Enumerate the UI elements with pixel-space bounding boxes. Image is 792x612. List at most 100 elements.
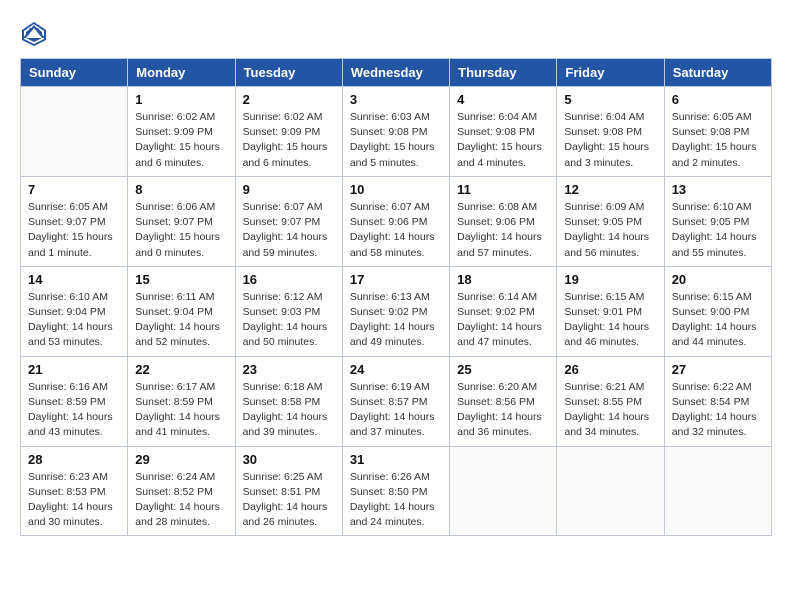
day-info: Sunrise: 6:13 AMSunset: 9:02 PMDaylight:… — [350, 290, 442, 351]
day-info: Sunrise: 6:25 AMSunset: 8:51 PMDaylight:… — [243, 470, 335, 531]
day-number: 25 — [457, 362, 549, 377]
day-cell: 3 Sunrise: 6:03 AMSunset: 9:08 PMDaylight… — [342, 87, 449, 177]
day-cell: 13 Sunrise: 6:10 AMSunset: 9:05 PMDayligh… — [664, 176, 771, 266]
day-info: Sunrise: 6:08 AMSunset: 9:06 PMDaylight:… — [457, 200, 549, 261]
day-number: 27 — [672, 362, 764, 377]
day-cell: 26 Sunrise: 6:21 AMSunset: 8:55 PMDayligh… — [557, 356, 664, 446]
day-cell: 2Sunrise: 6:02 AMSunset: 9:09 PMDaylight… — [235, 87, 342, 177]
day-number: 15 — [135, 272, 227, 287]
day-cell: 5 Sunrise: 6:04 AMSunset: 9:08 PMDaylight… — [557, 87, 664, 177]
day-cell: 25Sunrise: 6:20 AMSunset: 8:56 PMDayligh… — [450, 356, 557, 446]
day-number: 14 — [28, 272, 120, 287]
day-info: Sunrise: 6:10 AMSunset: 9:04 PMDaylight:… — [28, 290, 120, 351]
day-number: 16 — [243, 272, 335, 287]
day-number: 3 — [350, 92, 442, 107]
day-info: Sunrise: 6:07 AMSunset: 9:07 PMDaylight:… — [243, 200, 335, 261]
day-info: Sunrise: 6:16 AMSunset: 8:59 PMDaylight:… — [28, 380, 120, 441]
day-cell: 16Sunrise: 6:12 AMSunset: 9:03 PMDayligh… — [235, 266, 342, 356]
day-number: 20 — [672, 272, 764, 287]
day-cell: 30 Sunrise: 6:25 AMSunset: 8:51 PMDayligh… — [235, 446, 342, 536]
week-row-1: 1Sunrise: 6:02 AMSunset: 9:09 PMDaylight… — [21, 87, 772, 177]
day-cell — [664, 446, 771, 536]
day-cell: 29Sunrise: 6:24 AMSunset: 8:52 PMDayligh… — [128, 446, 235, 536]
day-cell: 15 Sunrise: 6:11 AMSunset: 9:04 PMDayligh… — [128, 266, 235, 356]
day-number: 23 — [243, 362, 335, 377]
day-number: 9 — [243, 182, 335, 197]
weekday-header-wednesday: Wednesday — [342, 59, 449, 87]
day-info: Sunrise: 6:04 AMSunset: 9:08 PMDaylight:… — [457, 110, 549, 171]
day-cell: 20Sunrise: 6:15 AMSunset: 9:00 PMDayligh… — [664, 266, 771, 356]
day-cell: 28 Sunrise: 6:23 AMSunset: 8:53 PMDayligh… — [21, 446, 128, 536]
day-info: Sunrise: 6:19 AMSunset: 8:57 PMDaylight:… — [350, 380, 442, 441]
day-info: Sunrise: 6:03 AMSunset: 9:08 PMDaylight:… — [350, 110, 442, 171]
day-cell: 6 Sunrise: 6:05 AMSunset: 9:08 PMDaylight… — [664, 87, 771, 177]
week-row-2: 7 Sunrise: 6:05 AMSunset: 9:07 PMDaylight… — [21, 176, 772, 266]
day-info: Sunrise: 6:05 AMSunset: 9:07 PMDaylight:… — [28, 200, 120, 261]
day-info: Sunrise: 6:22 AMSunset: 8:54 PMDaylight:… — [672, 380, 764, 441]
day-number: 13 — [672, 182, 764, 197]
weekday-header-monday: Monday — [128, 59, 235, 87]
day-info: Sunrise: 6:23 AMSunset: 8:53 PMDaylight:… — [28, 470, 120, 531]
day-cell — [21, 87, 128, 177]
day-cell: 10Sunrise: 6:07 AMSunset: 9:06 PMDayligh… — [342, 176, 449, 266]
day-cell: 24 Sunrise: 6:19 AMSunset: 8:57 PMDayligh… — [342, 356, 449, 446]
day-number: 17 — [350, 272, 442, 287]
day-number: 22 — [135, 362, 227, 377]
day-info: Sunrise: 6:09 AMSunset: 9:05 PMDaylight:… — [564, 200, 656, 261]
day-number: 19 — [564, 272, 656, 287]
day-number: 7 — [28, 182, 120, 197]
day-info: Sunrise: 6:04 AMSunset: 9:08 PMDaylight:… — [564, 110, 656, 171]
day-number: 8 — [135, 182, 227, 197]
day-number: 29 — [135, 452, 227, 467]
weekday-header-saturday: Saturday — [664, 59, 771, 87]
day-number: 26 — [564, 362, 656, 377]
day-cell — [557, 446, 664, 536]
week-row-4: 21 Sunrise: 6:16 AMSunset: 8:59 PMDayligh… — [21, 356, 772, 446]
day-cell: 8 Sunrise: 6:06 AMSunset: 9:07 PMDaylight… — [128, 176, 235, 266]
day-info: Sunrise: 6:05 AMSunset: 9:08 PMDaylight:… — [672, 110, 764, 171]
weekday-header-friday: Friday — [557, 59, 664, 87]
day-cell: 17 Sunrise: 6:13 AMSunset: 9:02 PMDayligh… — [342, 266, 449, 356]
day-info: Sunrise: 6:18 AMSunset: 8:58 PMDaylight:… — [243, 380, 335, 441]
calendar-table: SundayMondayTuesdayWednesdayThursdayFrid… — [20, 58, 772, 536]
day-number: 11 — [457, 182, 549, 197]
weekday-header-thursday: Thursday — [450, 59, 557, 87]
day-info: Sunrise: 6:11 AMSunset: 9:04 PMDaylight:… — [135, 290, 227, 351]
day-number: 24 — [350, 362, 442, 377]
day-cell: 21 Sunrise: 6:16 AMSunset: 8:59 PMDayligh… — [21, 356, 128, 446]
day-info: Sunrise: 6:07 AMSunset: 9:06 PMDaylight:… — [350, 200, 442, 261]
day-number: 2 — [243, 92, 335, 107]
day-cell: 31 Sunrise: 6:26 AMSunset: 8:50 PMDayligh… — [342, 446, 449, 536]
day-cell: 27 Sunrise: 6:22 AMSunset: 8:54 PMDayligh… — [664, 356, 771, 446]
day-info: Sunrise: 6:14 AMSunset: 9:02 PMDaylight:… — [457, 290, 549, 351]
day-number: 4 — [457, 92, 549, 107]
day-number: 6 — [672, 92, 764, 107]
day-info: Sunrise: 6:26 AMSunset: 8:50 PMDaylight:… — [350, 470, 442, 531]
week-row-5: 28 Sunrise: 6:23 AMSunset: 8:53 PMDayligh… — [21, 446, 772, 536]
day-cell: 11 Sunrise: 6:08 AMSunset: 9:06 PMDayligh… — [450, 176, 557, 266]
day-number: 21 — [28, 362, 120, 377]
day-info: Sunrise: 6:21 AMSunset: 8:55 PMDaylight:… — [564, 380, 656, 441]
day-info: Sunrise: 6:10 AMSunset: 9:05 PMDaylight:… — [672, 200, 764, 261]
day-cell: 14 Sunrise: 6:10 AMSunset: 9:04 PMDayligh… — [21, 266, 128, 356]
day-info: Sunrise: 6:15 AMSunset: 9:01 PMDaylight:… — [564, 290, 656, 351]
day-cell: 7 Sunrise: 6:05 AMSunset: 9:07 PMDaylight… — [21, 176, 128, 266]
day-info: Sunrise: 6:06 AMSunset: 9:07 PMDaylight:… — [135, 200, 227, 261]
day-cell: 12 Sunrise: 6:09 AMSunset: 9:05 PMDayligh… — [557, 176, 664, 266]
page-header — [20, 20, 772, 48]
day-number: 28 — [28, 452, 120, 467]
day-cell: 18Sunrise: 6:14 AMSunset: 9:02 PMDayligh… — [450, 266, 557, 356]
day-number: 30 — [243, 452, 335, 467]
day-number: 12 — [564, 182, 656, 197]
day-cell: 19 Sunrise: 6:15 AMSunset: 9:01 PMDayligh… — [557, 266, 664, 356]
weekday-header-tuesday: Tuesday — [235, 59, 342, 87]
day-number: 31 — [350, 452, 442, 467]
day-cell: 22 Sunrise: 6:17 AMSunset: 8:59 PMDayligh… — [128, 356, 235, 446]
day-info: Sunrise: 6:02 AMSunset: 9:09 PMDaylight:… — [135, 110, 227, 171]
day-cell — [450, 446, 557, 536]
day-number: 5 — [564, 92, 656, 107]
logo — [20, 20, 52, 48]
weekday-header-row: SundayMondayTuesdayWednesdayThursdayFrid… — [21, 59, 772, 87]
logo-icon — [20, 20, 48, 48]
day-info: Sunrise: 6:17 AMSunset: 8:59 PMDaylight:… — [135, 380, 227, 441]
